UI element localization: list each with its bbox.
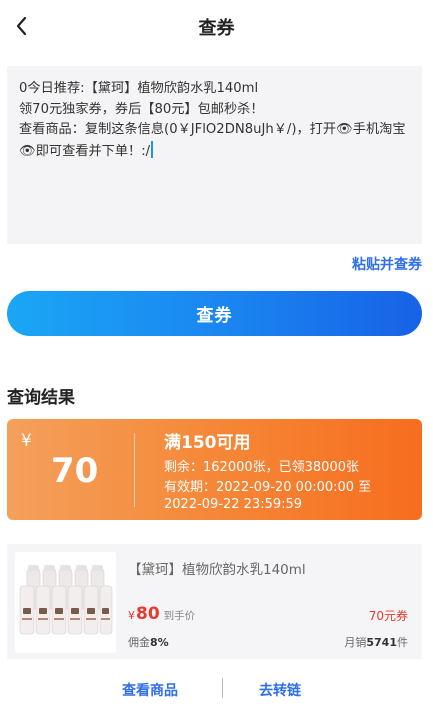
page-title: 查券 — [198, 18, 235, 39]
sales-value: 5741 — [366, 636, 397, 649]
coupon-condition: 满150可用 — [164, 433, 251, 453]
coupon-text-input[interactable]: 0今日推荐:【黛珂】植物欣韵水乳140ml 领70元独家券，券后【80元】包邮秒… — [7, 66, 422, 244]
convert-link-button[interactable]: 去转链 — [259, 680, 301, 700]
paste-and-query-link[interactable]: 粘贴并查券 — [352, 254, 422, 274]
coupon-stock: 剩余：162000张，已领38000张 — [164, 460, 359, 475]
product-thumbnail[interactable] — [15, 552, 116, 653]
coupon-valid-line-2: 2022-09-22 23:59:59 — [164, 497, 303, 512]
coupon-amount: 70 — [51, 451, 99, 491]
product-name: 【黛珂】植物欣韵水乳140ml — [128, 562, 306, 578]
coupon-tag: 70元券 — [368, 609, 408, 623]
sales-label: 月销 — [344, 636, 367, 649]
final-price: 80 — [136, 604, 160, 624]
coupon-currency: ¥ — [21, 431, 32, 451]
coupon-card: ¥ 70 满150可用 剩余：162000张，已领38000张 有效期：2022… — [7, 419, 422, 520]
commission-label: 佣金 — [128, 636, 150, 649]
commission-value: 8% — [150, 636, 169, 649]
coupon-valid-line-1: 有效期：2022-09-20 00:00:00 至 — [164, 480, 372, 495]
monthly-sales: 月销5741件 — [344, 634, 408, 650]
bottom-actions: 查看商品 去转链 — [0, 674, 433, 706]
sales-unit: 件 — [397, 636, 408, 649]
price-row: ¥ 80 到手价 — [128, 604, 195, 624]
header-bar: 查券 — [0, 0, 433, 52]
action-divider — [222, 678, 223, 698]
text-cursor — [151, 140, 154, 158]
results-heading: 查询结果 — [7, 388, 75, 408]
price-currency: ¥ — [128, 609, 135, 622]
input-text[interactable]: 0今日推荐:【黛珂】植物欣韵水乳140ml 领70元独家券，券后【80元】包邮秒… — [19, 79, 412, 162]
product-bottles-image — [15, 552, 116, 653]
input-line-1: 0今日推荐:【黛珂】植物欣韵水乳140ml — [19, 81, 259, 96]
view-goods-button[interactable]: 查看商品 — [122, 680, 178, 700]
product-card[interactable]: 【黛珂】植物欣韵水乳140ml ¥ 80 到手价 70元券 佣金8% 月销574… — [7, 544, 422, 659]
input-line-2: 领70元独家券，券后【80元】包邮秒杀！ — [19, 101, 264, 117]
final-price-label: 到手价 — [163, 610, 196, 622]
coupon-validity: 有效期：2022-09-20 00:00:00 至 2022-09-22 23:… — [164, 479, 414, 513]
input-line-3: 查看商品：复制这条信息(0￥JFlO2DN8uJh￥/)，打开👁手机淘宝👁即可查… — [19, 122, 406, 159]
query-button[interactable]: 查券 — [7, 291, 422, 336]
commission: 佣金8% — [128, 634, 169, 650]
coupon-divider — [134, 433, 135, 507]
